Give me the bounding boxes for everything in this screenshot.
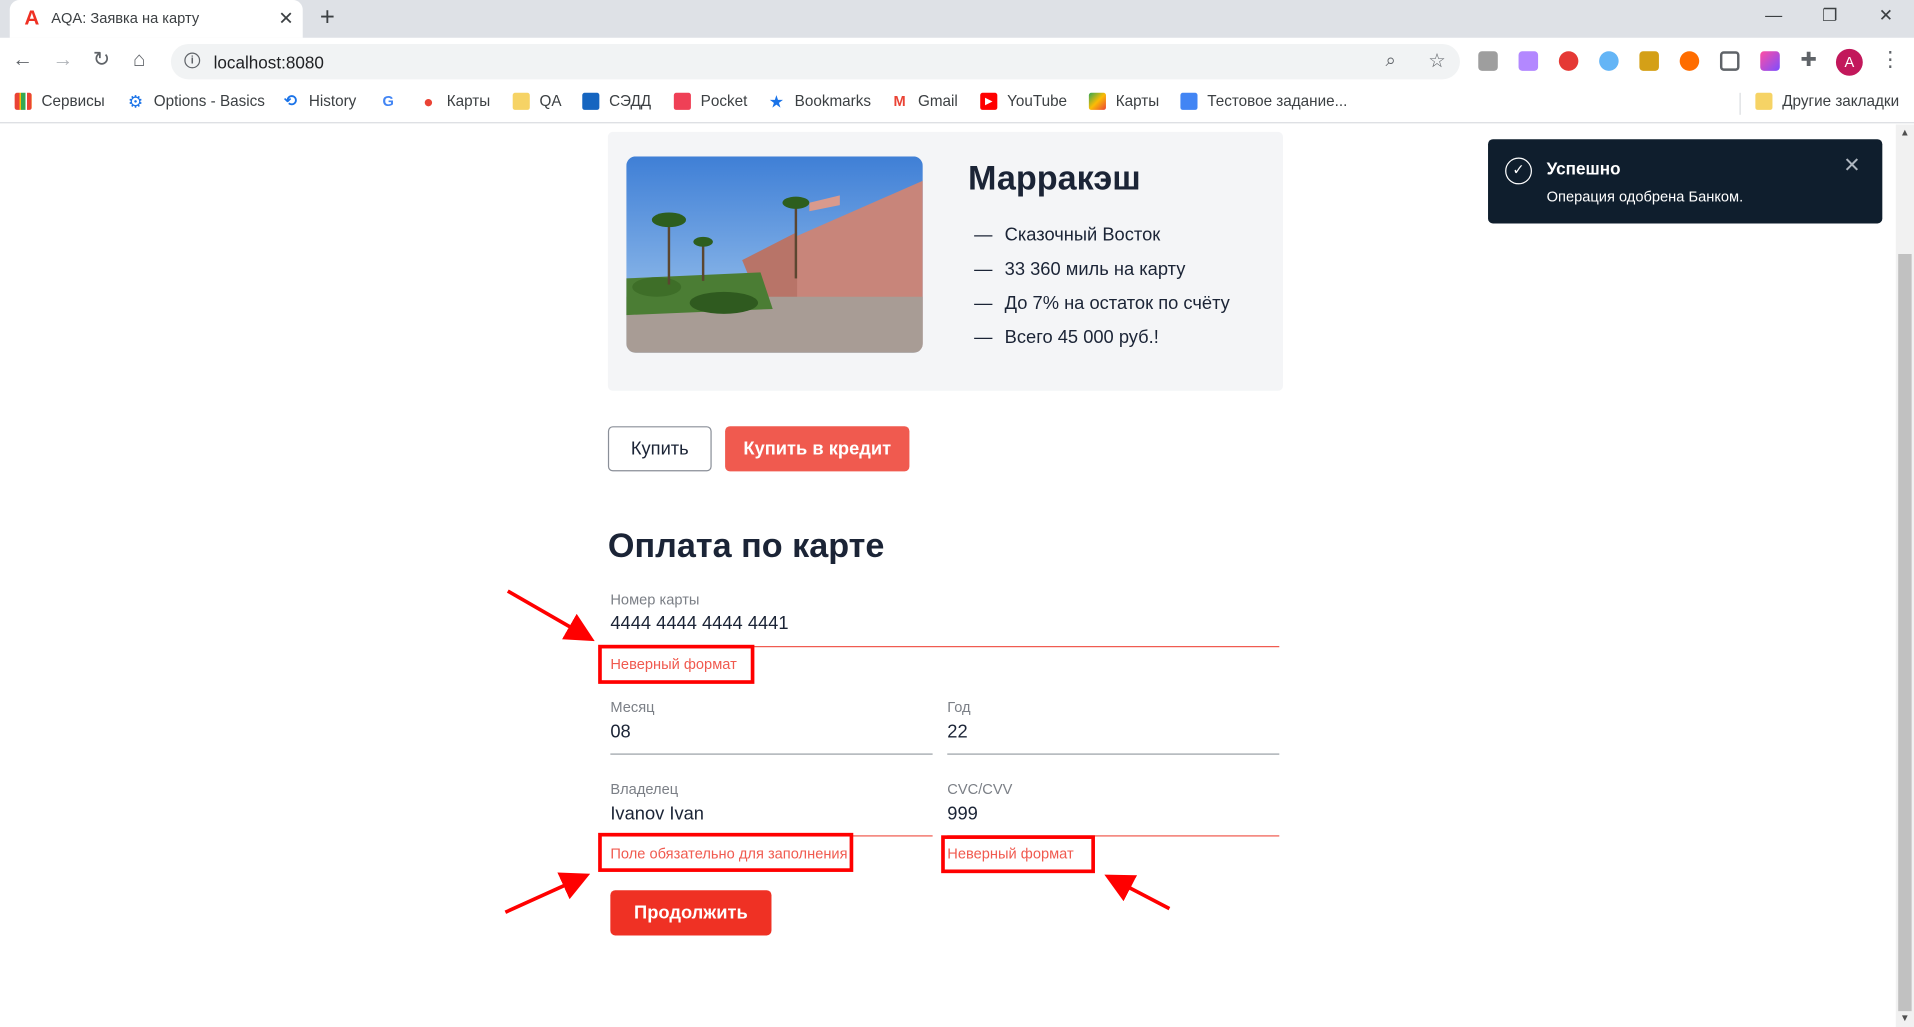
notification-title: Успешно <box>1546 158 1621 179</box>
success-notification: ✓ Успешно Операция одобрена Банком. ✕ <box>1488 139 1883 224</box>
arrow-to-card-error <box>506 589 595 642</box>
close-icon[interactable]: ✕ <box>1843 154 1860 178</box>
notification-message: Операция одобрена Банком. <box>1546 188 1744 206</box>
arrow-to-cvc-error <box>1104 874 1171 911</box>
check-icon: ✓ <box>1505 157 1532 185</box>
arrow-to-owner-error <box>504 872 591 914</box>
